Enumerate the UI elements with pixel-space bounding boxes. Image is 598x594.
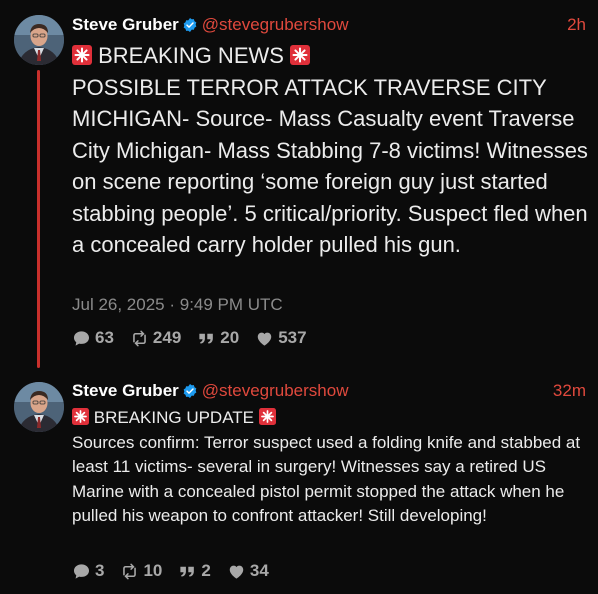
repost-icon [123, 563, 137, 579]
headline-line: BREAKING UPDATE [72, 406, 592, 431]
comment-icon [73, 330, 90, 346]
avatar-image [14, 382, 64, 432]
siren-icon [258, 408, 276, 425]
author-handle[interactable]: @stevegrubershow [202, 15, 349, 35]
siren-icon [72, 45, 92, 65]
headline-text: BREAKING UPDATE [93, 408, 255, 427]
replies-count: 3 [95, 561, 105, 580]
post-body: BREAKING UPDATE Sources confirm: Terror … [72, 406, 592, 529]
likes-stat[interactable]: 34 [227, 561, 269, 581]
quote-icon [199, 333, 214, 344]
heart-icon [229, 565, 244, 579]
heart-icon [257, 332, 272, 346]
reposts-stat[interactable]: 249 [130, 328, 181, 348]
verified-badge-icon [183, 384, 197, 398]
reposts-count: 249 [152, 328, 182, 347]
author-display-name[interactable]: Steve Gruber [72, 381, 179, 401]
thread-connector-line [37, 70, 40, 368]
avatar-image [14, 15, 64, 65]
headline-line: BREAKING NEWS [72, 40, 592, 72]
siren-icon [290, 45, 311, 65]
reposts-stat[interactable]: 10 [120, 561, 162, 581]
avatar[interactable] [14, 382, 64, 432]
verified-badge-icon [183, 18, 197, 32]
comment-icon [73, 563, 90, 579]
post[interactable]: Steve Gruber @stevegrubershow 2h BREAKIN… [0, 0, 598, 376]
quotes-count: 20 [220, 328, 240, 347]
post-header: Steve Gruber @stevegrubershow 32m [72, 380, 586, 402]
repost-icon [133, 330, 146, 346]
post[interactable]: Steve Gruber @stevegrubershow 32m BREAKI… [0, 376, 598, 594]
siren-icon [72, 408, 89, 425]
replies-stat[interactable]: 63 [72, 328, 114, 348]
replies-count: 63 [95, 328, 114, 347]
replies-stat[interactable]: 3 [72, 561, 104, 581]
engagement-stats: 63 249 20 537 [72, 328, 323, 348]
post-header: Steve Gruber @stevegrubershow 2h [72, 14, 586, 36]
headline-text: BREAKING NEWS [98, 43, 284, 68]
post-relative-time[interactable]: 2h [567, 15, 586, 35]
post-text: POSSIBLE TERROR ATTACK TRAVERSE CITY MIC… [72, 74, 588, 258]
quotes-stat[interactable]: 2 [178, 561, 211, 581]
post-body: BREAKING NEWS POSSIBLE TERROR ATTACK TRA… [72, 40, 592, 261]
likes-count: 34 [249, 561, 269, 580]
post-timestamp[interactable]: Jul 26, 2025 · 9:49 PM UTC [72, 295, 283, 315]
quotes-count: 2 [201, 561, 211, 580]
reposts-count: 10 [143, 561, 163, 580]
likes-stat[interactable]: 537 [255, 328, 307, 348]
avatar[interactable] [14, 15, 64, 65]
likes-count: 537 [278, 328, 307, 347]
engagement-stats: 3 10 2 34 [72, 561, 285, 581]
post-text: Sources confirm: Terror suspect used a f… [72, 432, 581, 526]
quotes-stat[interactable]: 20 [197, 328, 239, 348]
post-relative-time[interactable]: 32m [553, 381, 586, 401]
author-handle[interactable]: @stevegrubershow [202, 381, 349, 401]
author-display-name[interactable]: Steve Gruber [72, 15, 179, 35]
quote-icon [180, 566, 195, 577]
